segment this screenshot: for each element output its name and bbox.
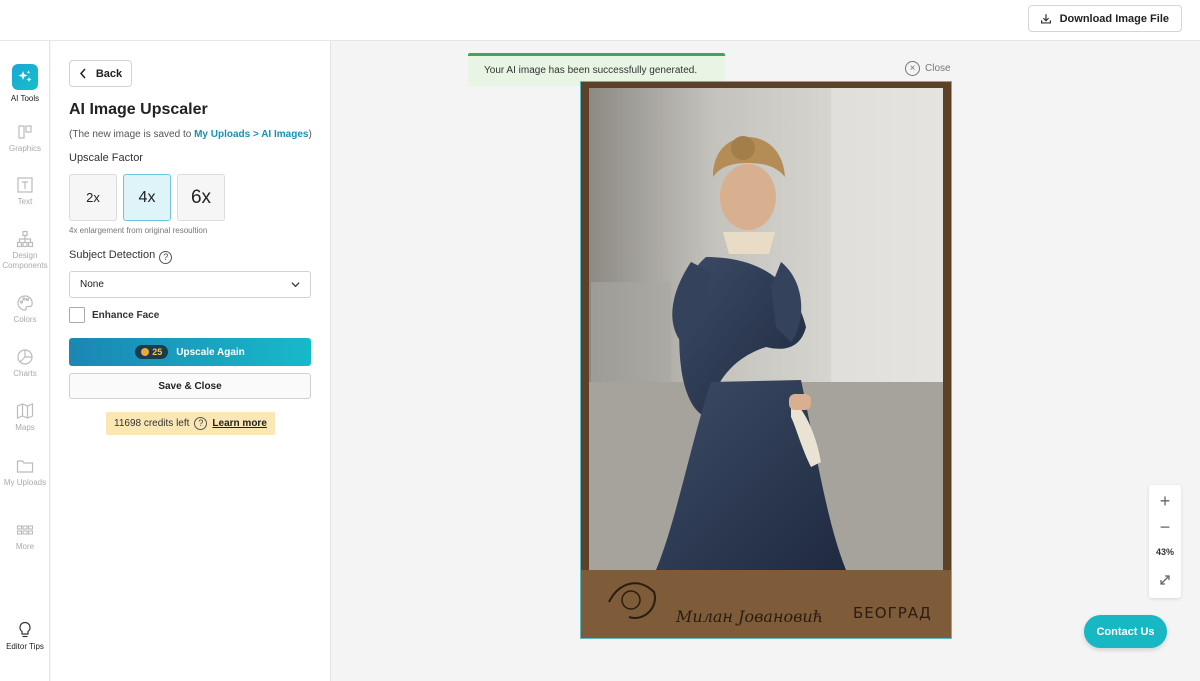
my-uploads-link[interactable]: My Uploads > AI Images <box>194 129 308 140</box>
folder-icon <box>16 460 34 473</box>
download-image-button[interactable]: Download Image File <box>1027 5 1182 32</box>
close-button[interactable]: × Close <box>905 61 951 76</box>
enhance-face-checkbox[interactable] <box>69 307 85 323</box>
chevron-down-icon <box>291 282 300 288</box>
subject-detection-value: None <box>80 279 104 290</box>
download-label: Download Image File <box>1059 12 1169 25</box>
credits-text: 11698 credits left <box>114 418 190 429</box>
credit-cost-badge: 25 <box>135 345 169 359</box>
tool-rail: AI Tools Graphics Text Design Components… <box>0 41 50 681</box>
enhance-face-row: Enhance Face <box>69 307 159 323</box>
chevron-left-icon <box>79 68 86 79</box>
upscale-factor-label: Upscale Factor <box>69 152 143 164</box>
rail-label-ai-tools: AI Tools <box>10 94 40 103</box>
upscaled-photo[interactable]: Милан Јовановић БЕОГРАД <box>580 81 952 639</box>
pie-chart-icon <box>17 349 33 365</box>
rail-item-text[interactable]: Text <box>0 176 50 207</box>
sparkles-icon <box>12 64 38 90</box>
rail-item-ai-tools[interactable]: AI Tools <box>0 64 50 104</box>
rail-item-charts[interactable]: Charts <box>0 348 50 379</box>
credits-help-icon[interactable]: ? <box>194 417 208 430</box>
factor-help-text: 4x enlargement from original resoultion <box>69 226 208 235</box>
factor-6x-button[interactable]: 6x <box>177 174 225 221</box>
rail-item-design-components[interactable]: Design Components <box>0 230 50 271</box>
save-close-button[interactable]: Save & Close <box>69 373 311 399</box>
portrait-image: Милан Јовановић БЕОГРАД <box>581 82 951 638</box>
factor-4x-button[interactable]: 4x <box>123 174 171 221</box>
palette-icon <box>17 295 33 311</box>
save-location-note: (The new image is saved to My Uploads > … <box>69 129 312 140</box>
rail-label-colors: Colors <box>13 315 37 324</box>
map-icon <box>16 403 34 419</box>
top-bar: Download Image File <box>0 0 1200 41</box>
subject-detection-select[interactable]: None <box>69 271 311 298</box>
rail-item-maps[interactable]: Maps <box>0 402 50 433</box>
zoom-in-icon[interactable]: + <box>1149 491 1181 512</box>
enhance-face-label: Enhance Face <box>92 309 160 321</box>
close-icon: × <box>905 61 920 76</box>
zoom-out-icon[interactable]: − <box>1149 517 1181 538</box>
rail-item-graphics[interactable]: Graphics <box>0 123 50 154</box>
factor-2x-button[interactable]: 2x <box>69 174 117 221</box>
rail-label-design-components: Design Components <box>2 251 48 270</box>
fit-screen-icon[interactable] <box>1149 573 1181 591</box>
note-suffix: ) <box>308 129 312 140</box>
graphics-icon <box>18 125 32 139</box>
rail-item-more[interactable]: More <box>0 521 50 552</box>
learn-more-link[interactable]: Learn more <box>212 418 266 429</box>
subject-detection-label-row: Subject Detection? <box>69 249 173 264</box>
sitemap-icon <box>16 230 34 248</box>
upscale-again-label: Upscale Again <box>176 346 245 358</box>
back-label: Back <box>95 67 123 80</box>
contact-us-button[interactable]: Contact Us <box>1084 615 1167 648</box>
panel-title: AI Image Upscaler <box>69 101 208 118</box>
credits-remaining-box: 11698 credits left ? Learn more <box>106 412 275 435</box>
grid-icon <box>16 525 34 535</box>
rail-label-graphics: Graphics <box>8 144 41 153</box>
upscale-again-button[interactable]: 25 Upscale Again <box>69 338 311 366</box>
rail-label-editor-tips: Editor Tips <box>6 642 44 651</box>
rail-label-charts: Charts <box>13 369 37 378</box>
subject-detection-label: Subject Detection <box>69 249 156 261</box>
credit-cost: 25 <box>152 347 163 357</box>
rail-label-maps: Maps <box>15 423 35 432</box>
rail-item-colors[interactable]: Colors <box>0 294 50 325</box>
svg-text:Милан Јовановић: Милан Јовановић <box>675 607 823 626</box>
help-icon[interactable]: ? <box>159 251 173 264</box>
photo-city-caption: БЕОГРАД <box>853 604 932 622</box>
upscaler-panel: Back AI Image Upscaler (The new image is… <box>51 41 331 681</box>
close-label: Close <box>925 63 951 74</box>
back-button[interactable]: Back <box>69 60 132 87</box>
coin-icon <box>141 348 150 356</box>
rail-item-editor-tips[interactable]: Editor Tips <box>0 621 50 652</box>
download-icon <box>1040 13 1051 24</box>
zoom-controls: + − 43% <box>1149 485 1181 598</box>
rail-label-text: Text <box>17 197 33 206</box>
note-prefix: (The new image is saved to <box>69 129 195 140</box>
text-icon <box>17 177 33 193</box>
zoom-level: 43% <box>1155 547 1174 557</box>
lightbulb-icon <box>19 621 31 638</box>
rail-label-more: More <box>15 542 35 551</box>
rail-item-my-uploads[interactable]: My Uploads <box>0 457 50 488</box>
rail-label-my-uploads: My Uploads <box>3 478 47 487</box>
